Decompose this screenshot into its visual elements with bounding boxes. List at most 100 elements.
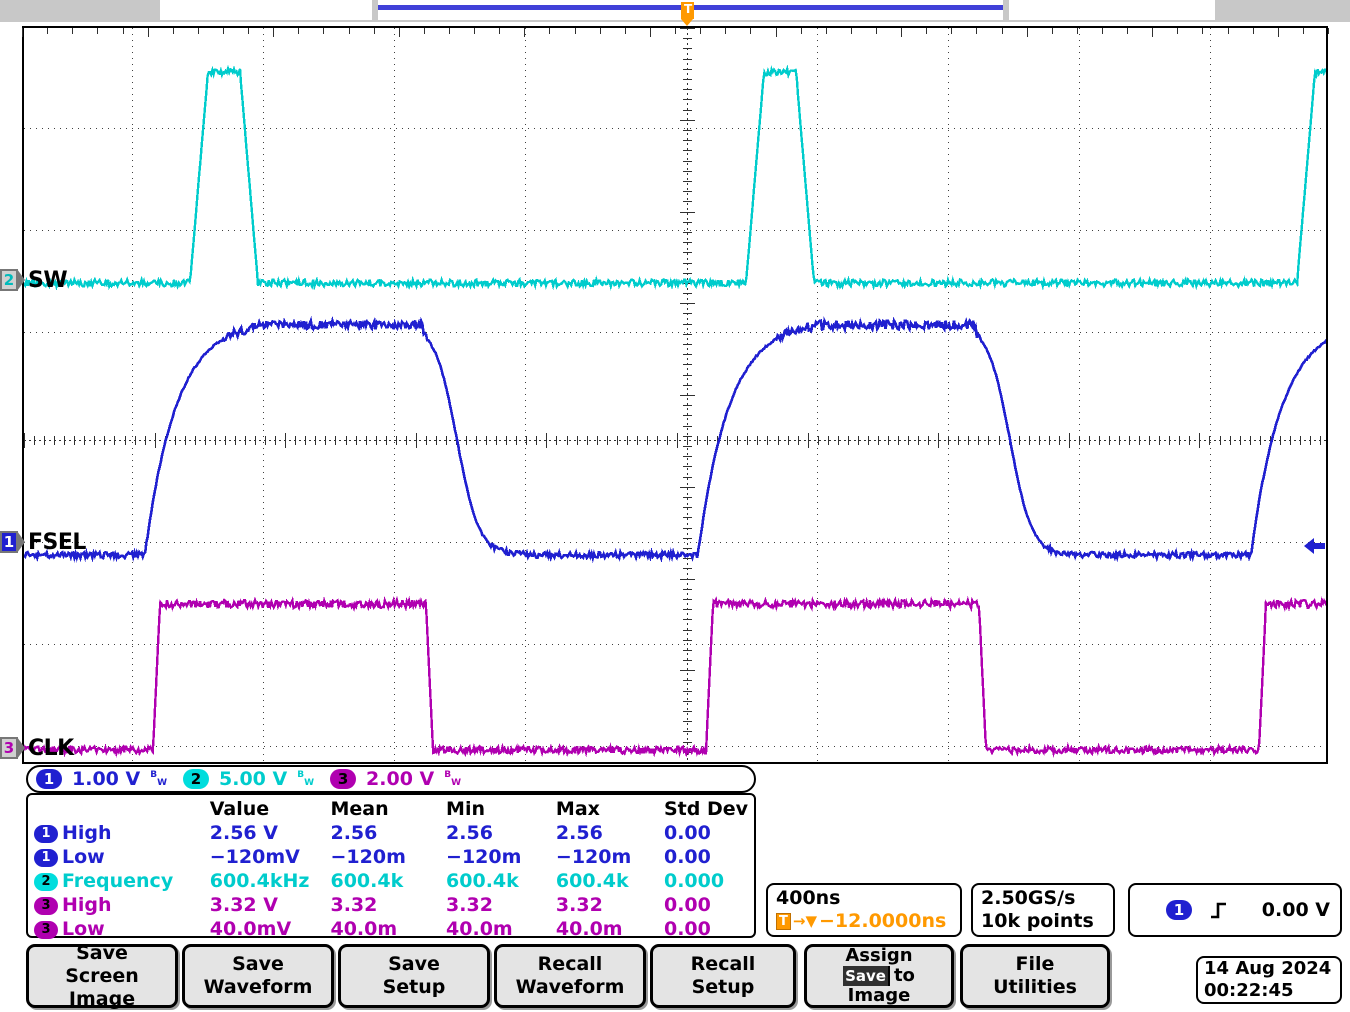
trigger-level-arrow-icon[interactable] xyxy=(1302,533,1326,559)
measurement-header-min: Min xyxy=(446,797,556,821)
measurement-label: Frequency xyxy=(62,870,173,892)
channel-scale-strip[interactable]: 11.00 VBW25.00 VBW32.00 VBW xyxy=(26,765,756,793)
channel-marker-1[interactable]: 1 xyxy=(0,531,24,555)
ruler-tick xyxy=(901,28,902,37)
timebase-status-box[interactable]: 400ns T →▼ −12.0000ns xyxy=(766,883,962,937)
channel-3-label: CLK xyxy=(28,736,74,761)
ruler-tick xyxy=(449,28,450,34)
trigger-source-badge: 1 xyxy=(1166,900,1192,920)
save-screen-image-button[interactable]: Save Screen Image xyxy=(26,944,178,1008)
measurement-max: −120m xyxy=(556,845,664,869)
ruler-tick xyxy=(1177,28,1178,34)
ruler-tick xyxy=(173,28,174,34)
measurement-value: 2.56 V xyxy=(210,821,331,845)
assign-save-to-image-button[interactable]: Assign Save to Image xyxy=(804,944,954,1008)
measurement-label: Low xyxy=(62,918,105,940)
ruler-tick xyxy=(123,28,124,34)
record-window-right-handle[interactable] xyxy=(1003,0,1009,20)
measurement-header-value: Value xyxy=(210,797,331,821)
ruler-tick xyxy=(625,28,626,34)
ruler-tick xyxy=(223,28,224,34)
delay-origin-icon: T xyxy=(776,913,791,930)
btn3-line2: Waveform xyxy=(516,976,625,999)
trigger-position-marker-top[interactable]: T xyxy=(681,0,694,26)
channel-2-bandwidth-limit-icon: BW xyxy=(297,770,314,788)
trigger-level: 0.00 V xyxy=(1262,899,1330,922)
channel-marker-2[interactable]: 2 xyxy=(0,269,24,293)
save-waveform-button[interactable]: Save Waveform xyxy=(182,944,334,1008)
record-window-left-handle[interactable] xyxy=(372,0,378,20)
ruler-tick xyxy=(499,28,500,34)
trace-sw-channel2 xyxy=(24,69,1328,287)
date-text: 14 Aug 2024 xyxy=(1204,958,1340,980)
measurement-std: 0.00 xyxy=(664,821,748,845)
measurement-header-stddev: Std Dev xyxy=(664,797,748,821)
btn3-line1: Recall xyxy=(538,953,603,976)
timebase-delay: −12.0000ns xyxy=(819,910,946,933)
measurement-min: 40.0m xyxy=(446,917,556,941)
ruler-tick xyxy=(1077,28,1078,34)
measurement-header-max: Max xyxy=(556,797,664,821)
channel-marker-3[interactable]: 3 xyxy=(0,737,24,761)
waveform-graticule[interactable] xyxy=(22,26,1328,764)
channel-3-volts-per-div: 2.00 V xyxy=(366,768,434,790)
channel-1-bandwidth-limit-icon: BW xyxy=(150,770,167,788)
trigger-status-box[interactable]: 1 0.00 V xyxy=(1128,883,1342,937)
measurement-row[interactable]: 1High2.56 V2.562.562.560.00 xyxy=(34,821,748,845)
recall-waveform-button[interactable]: Recall Waveform xyxy=(494,944,646,1008)
measurement-header-mean: Mean xyxy=(330,797,446,821)
channel-2-badge: 2 xyxy=(183,769,209,789)
channel-1-volts-per-div: 1.00 V xyxy=(72,768,140,790)
measurement-name: 1High xyxy=(34,821,210,845)
trigger-marker-glyph: T xyxy=(684,2,691,16)
ruler-tick xyxy=(675,28,676,34)
recall-setup-button[interactable]: Recall Setup xyxy=(650,944,796,1008)
ruler-tick xyxy=(47,28,48,34)
measurement-value: −120mV xyxy=(210,845,331,869)
ruler-tick xyxy=(926,28,927,34)
measurement-row[interactable]: 2Frequency600.4kHz600.4k600.4k600.4k0.00… xyxy=(34,869,748,893)
measurement-row[interactable]: 3Low40.0mV40.0m40.0m40.0m0.00 xyxy=(34,917,748,941)
ruler-tick xyxy=(750,28,751,34)
btn4-line2: Setup xyxy=(692,976,755,999)
ruler-tick xyxy=(399,28,400,37)
rising-edge-icon xyxy=(1210,900,1228,920)
channel-1-label: FSEL xyxy=(28,530,86,555)
channel-scale-1[interactable]: 11.00 VBW xyxy=(36,768,167,790)
measurement-std: 0.00 xyxy=(664,917,748,941)
measurement-label: High xyxy=(62,894,112,916)
ruler-tick xyxy=(826,28,827,34)
save-key-glyph: Save xyxy=(843,966,890,986)
btn5-line3: to xyxy=(894,966,915,986)
save-setup-button[interactable]: Save Setup xyxy=(338,944,490,1008)
measurement-mean: 3.32 xyxy=(330,893,446,917)
ruler-tick xyxy=(1278,28,1279,37)
oscilloscope-screen: T T xyxy=(0,0,1350,1012)
measurement-header-blank xyxy=(34,797,210,821)
channel-marker-3-number: 3 xyxy=(0,737,18,759)
measurement-value: 40.0mV xyxy=(210,917,331,941)
file-utilities-button[interactable]: File Utilities xyxy=(960,944,1110,1008)
ruler-tick xyxy=(1303,28,1304,34)
measurement-channel-badge: 3 xyxy=(34,921,58,939)
measurement-channel-badge: 2 xyxy=(34,873,58,891)
ruler-tick xyxy=(725,28,726,34)
ruler-tick xyxy=(801,28,802,34)
measurement-row[interactable]: 3High3.32 V3.323.323.320.00 xyxy=(34,893,748,917)
ruler-tick xyxy=(424,28,425,34)
measurement-table[interactable]: Value Mean Min Max Std Dev 1High2.56 V2.… xyxy=(26,793,756,938)
channel-scale-3[interactable]: 32.00 VBW xyxy=(330,768,461,790)
measurement-channel-badge: 3 xyxy=(34,897,58,915)
ruler-tick xyxy=(1253,28,1254,34)
channel-scale-2[interactable]: 25.00 VBW xyxy=(183,768,314,790)
ruler-tick xyxy=(851,28,852,34)
ruler-tick xyxy=(1202,28,1203,34)
measurement-name: 3Low xyxy=(34,917,210,941)
measurement-min: 600.4k xyxy=(446,869,556,893)
measurement-name: 3High xyxy=(34,893,210,917)
measurement-min: 3.32 xyxy=(446,893,556,917)
measurement-row[interactable]: 1Low−120mV−120m−120m−120m0.00 xyxy=(34,845,748,869)
record-position-bar[interactable] xyxy=(0,0,1350,22)
timebase-scale: 400ns xyxy=(776,887,960,910)
acquisition-status-box[interactable]: 2.50GS/s 10k points xyxy=(971,883,1115,937)
